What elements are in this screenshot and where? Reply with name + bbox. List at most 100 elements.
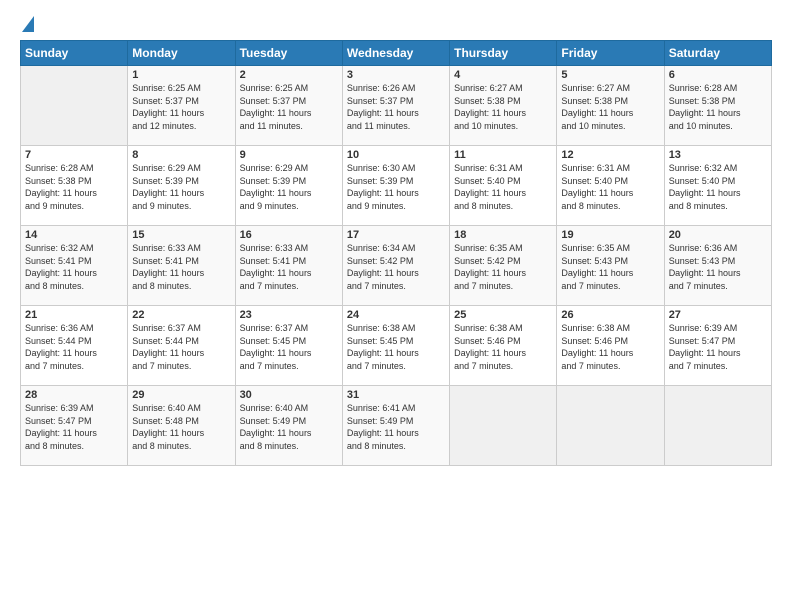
- calendar-cell: 3Sunrise: 6:26 AM Sunset: 5:37 PM Daylig…: [342, 66, 449, 146]
- day-number: 26: [561, 309, 659, 321]
- calendar-cell: 5Sunrise: 6:27 AM Sunset: 5:38 PM Daylig…: [557, 66, 664, 146]
- day-info: Sunrise: 6:40 AM Sunset: 5:49 PM Dayligh…: [240, 402, 338, 452]
- calendar-cell: 17Sunrise: 6:34 AM Sunset: 5:42 PM Dayli…: [342, 226, 449, 306]
- day-number: 24: [347, 309, 445, 321]
- calendar-week-row: 7Sunrise: 6:28 AM Sunset: 5:38 PM Daylig…: [21, 146, 772, 226]
- day-info: Sunrise: 6:28 AM Sunset: 5:38 PM Dayligh…: [25, 162, 123, 212]
- day-info: Sunrise: 6:30 AM Sunset: 5:39 PM Dayligh…: [347, 162, 445, 212]
- day-number: 15: [132, 229, 230, 241]
- calendar-cell: 19Sunrise: 6:35 AM Sunset: 5:43 PM Dayli…: [557, 226, 664, 306]
- calendar-cell: [450, 386, 557, 466]
- calendar-cell: 6Sunrise: 6:28 AM Sunset: 5:38 PM Daylig…: [664, 66, 771, 146]
- day-info: Sunrise: 6:34 AM Sunset: 5:42 PM Dayligh…: [347, 242, 445, 292]
- calendar-header-saturday: Saturday: [664, 41, 771, 66]
- day-info: Sunrise: 6:38 AM Sunset: 5:46 PM Dayligh…: [561, 322, 659, 372]
- day-info: Sunrise: 6:39 AM Sunset: 5:47 PM Dayligh…: [669, 322, 767, 372]
- day-info: Sunrise: 6:38 AM Sunset: 5:45 PM Dayligh…: [347, 322, 445, 372]
- day-info: Sunrise: 6:33 AM Sunset: 5:41 PM Dayligh…: [132, 242, 230, 292]
- calendar-cell: 13Sunrise: 6:32 AM Sunset: 5:40 PM Dayli…: [664, 146, 771, 226]
- calendar-cell: [21, 66, 128, 146]
- day-info: Sunrise: 6:26 AM Sunset: 5:37 PM Dayligh…: [347, 82, 445, 132]
- day-number: 17: [347, 229, 445, 241]
- day-number: 16: [240, 229, 338, 241]
- calendar-cell: 28Sunrise: 6:39 AM Sunset: 5:47 PM Dayli…: [21, 386, 128, 466]
- calendar-header-wednesday: Wednesday: [342, 41, 449, 66]
- day-number: 20: [669, 229, 767, 241]
- day-number: 7: [25, 149, 123, 161]
- logo-arrow-icon: [22, 16, 34, 32]
- header: [20, 16, 772, 30]
- calendar-cell: 27Sunrise: 6:39 AM Sunset: 5:47 PM Dayli…: [664, 306, 771, 386]
- calendar-cell: 10Sunrise: 6:30 AM Sunset: 5:39 PM Dayli…: [342, 146, 449, 226]
- calendar-header-sunday: Sunday: [21, 41, 128, 66]
- day-number: 4: [454, 69, 552, 81]
- calendar-cell: 11Sunrise: 6:31 AM Sunset: 5:40 PM Dayli…: [450, 146, 557, 226]
- day-number: 30: [240, 389, 338, 401]
- day-info: Sunrise: 6:37 AM Sunset: 5:45 PM Dayligh…: [240, 322, 338, 372]
- calendar-week-row: 28Sunrise: 6:39 AM Sunset: 5:47 PM Dayli…: [21, 386, 772, 466]
- day-number: 23: [240, 309, 338, 321]
- day-number: 2: [240, 69, 338, 81]
- calendar-cell: 21Sunrise: 6:36 AM Sunset: 5:44 PM Dayli…: [21, 306, 128, 386]
- day-number: 9: [240, 149, 338, 161]
- day-number: 27: [669, 309, 767, 321]
- day-number: 10: [347, 149, 445, 161]
- day-info: Sunrise: 6:35 AM Sunset: 5:43 PM Dayligh…: [561, 242, 659, 292]
- calendar-header-tuesday: Tuesday: [235, 41, 342, 66]
- day-info: Sunrise: 6:25 AM Sunset: 5:37 PM Dayligh…: [132, 82, 230, 132]
- calendar-header-thursday: Thursday: [450, 41, 557, 66]
- day-info: Sunrise: 6:41 AM Sunset: 5:49 PM Dayligh…: [347, 402, 445, 452]
- day-number: 13: [669, 149, 767, 161]
- calendar-cell: 4Sunrise: 6:27 AM Sunset: 5:38 PM Daylig…: [450, 66, 557, 146]
- day-number: 21: [25, 309, 123, 321]
- day-number: 29: [132, 389, 230, 401]
- day-info: Sunrise: 6:37 AM Sunset: 5:44 PM Dayligh…: [132, 322, 230, 372]
- day-info: Sunrise: 6:27 AM Sunset: 5:38 PM Dayligh…: [454, 82, 552, 132]
- calendar-cell: 20Sunrise: 6:36 AM Sunset: 5:43 PM Dayli…: [664, 226, 771, 306]
- day-number: 5: [561, 69, 659, 81]
- day-number: 14: [25, 229, 123, 241]
- logo-container: [20, 16, 34, 30]
- day-number: 18: [454, 229, 552, 241]
- day-info: Sunrise: 6:35 AM Sunset: 5:42 PM Dayligh…: [454, 242, 552, 292]
- day-info: Sunrise: 6:27 AM Sunset: 5:38 PM Dayligh…: [561, 82, 659, 132]
- calendar-cell: 30Sunrise: 6:40 AM Sunset: 5:49 PM Dayli…: [235, 386, 342, 466]
- logo: [20, 16, 34, 30]
- calendar-week-row: 1Sunrise: 6:25 AM Sunset: 5:37 PM Daylig…: [21, 66, 772, 146]
- day-number: 25: [454, 309, 552, 321]
- calendar-cell: 31Sunrise: 6:41 AM Sunset: 5:49 PM Dayli…: [342, 386, 449, 466]
- calendar-table: SundayMondayTuesdayWednesdayThursdayFrid…: [20, 40, 772, 466]
- calendar-header-monday: Monday: [128, 41, 235, 66]
- calendar-cell: 15Sunrise: 6:33 AM Sunset: 5:41 PM Dayli…: [128, 226, 235, 306]
- calendar-header-row: SundayMondayTuesdayWednesdayThursdayFrid…: [21, 41, 772, 66]
- day-number: 19: [561, 229, 659, 241]
- day-number: 31: [347, 389, 445, 401]
- day-info: Sunrise: 6:39 AM Sunset: 5:47 PM Dayligh…: [25, 402, 123, 452]
- day-info: Sunrise: 6:38 AM Sunset: 5:46 PM Dayligh…: [454, 322, 552, 372]
- calendar-cell: 23Sunrise: 6:37 AM Sunset: 5:45 PM Dayli…: [235, 306, 342, 386]
- day-info: Sunrise: 6:29 AM Sunset: 5:39 PM Dayligh…: [240, 162, 338, 212]
- day-number: 6: [669, 69, 767, 81]
- day-info: Sunrise: 6:32 AM Sunset: 5:41 PM Dayligh…: [25, 242, 123, 292]
- day-number: 3: [347, 69, 445, 81]
- calendar-week-row: 14Sunrise: 6:32 AM Sunset: 5:41 PM Dayli…: [21, 226, 772, 306]
- calendar-cell: 9Sunrise: 6:29 AM Sunset: 5:39 PM Daylig…: [235, 146, 342, 226]
- page: SundayMondayTuesdayWednesdayThursdayFrid…: [0, 0, 792, 612]
- day-info: Sunrise: 6:32 AM Sunset: 5:40 PM Dayligh…: [669, 162, 767, 212]
- calendar-cell: 16Sunrise: 6:33 AM Sunset: 5:41 PM Dayli…: [235, 226, 342, 306]
- calendar-cell: 26Sunrise: 6:38 AM Sunset: 5:46 PM Dayli…: [557, 306, 664, 386]
- calendar-cell: 18Sunrise: 6:35 AM Sunset: 5:42 PM Dayli…: [450, 226, 557, 306]
- day-number: 28: [25, 389, 123, 401]
- day-info: Sunrise: 6:29 AM Sunset: 5:39 PM Dayligh…: [132, 162, 230, 212]
- calendar-cell: 22Sunrise: 6:37 AM Sunset: 5:44 PM Dayli…: [128, 306, 235, 386]
- calendar-cell: 7Sunrise: 6:28 AM Sunset: 5:38 PM Daylig…: [21, 146, 128, 226]
- calendar-cell: 14Sunrise: 6:32 AM Sunset: 5:41 PM Dayli…: [21, 226, 128, 306]
- day-number: 1: [132, 69, 230, 81]
- calendar-cell: [557, 386, 664, 466]
- day-number: 8: [132, 149, 230, 161]
- day-info: Sunrise: 6:31 AM Sunset: 5:40 PM Dayligh…: [454, 162, 552, 212]
- calendar-cell: 29Sunrise: 6:40 AM Sunset: 5:48 PM Dayli…: [128, 386, 235, 466]
- day-info: Sunrise: 6:31 AM Sunset: 5:40 PM Dayligh…: [561, 162, 659, 212]
- calendar-week-row: 21Sunrise: 6:36 AM Sunset: 5:44 PM Dayli…: [21, 306, 772, 386]
- day-info: Sunrise: 6:33 AM Sunset: 5:41 PM Dayligh…: [240, 242, 338, 292]
